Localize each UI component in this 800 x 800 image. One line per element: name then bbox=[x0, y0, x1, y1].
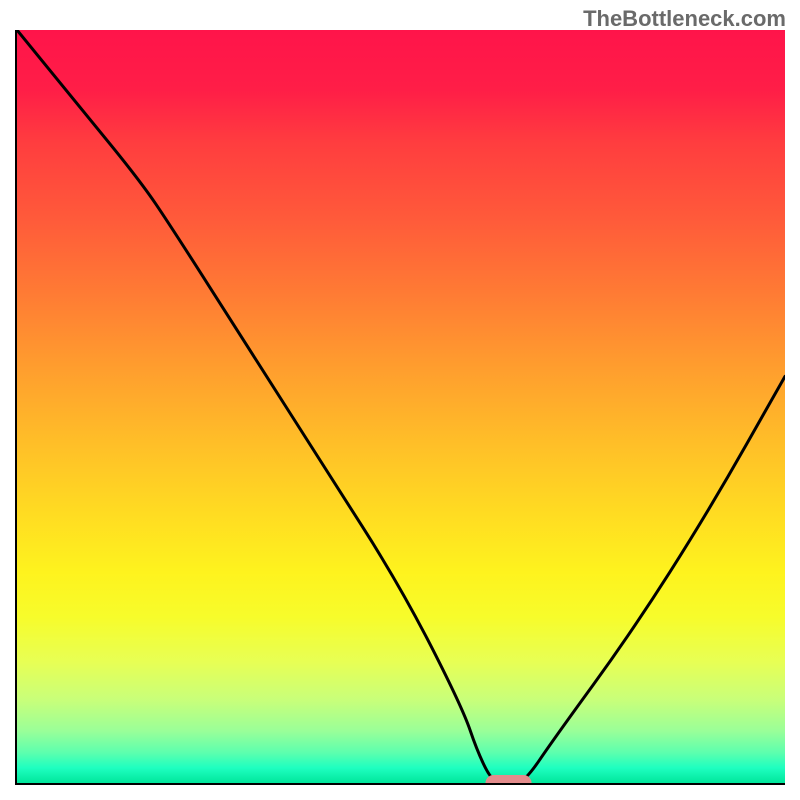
watermark-label: TheBottleneck.com bbox=[583, 6, 786, 32]
optimal-marker bbox=[485, 775, 531, 783]
bottleneck-curve bbox=[17, 30, 785, 783]
curve-layer bbox=[17, 30, 785, 783]
bottleneck-chart: TheBottleneck.com bbox=[0, 0, 800, 800]
plot-area bbox=[15, 30, 785, 785]
